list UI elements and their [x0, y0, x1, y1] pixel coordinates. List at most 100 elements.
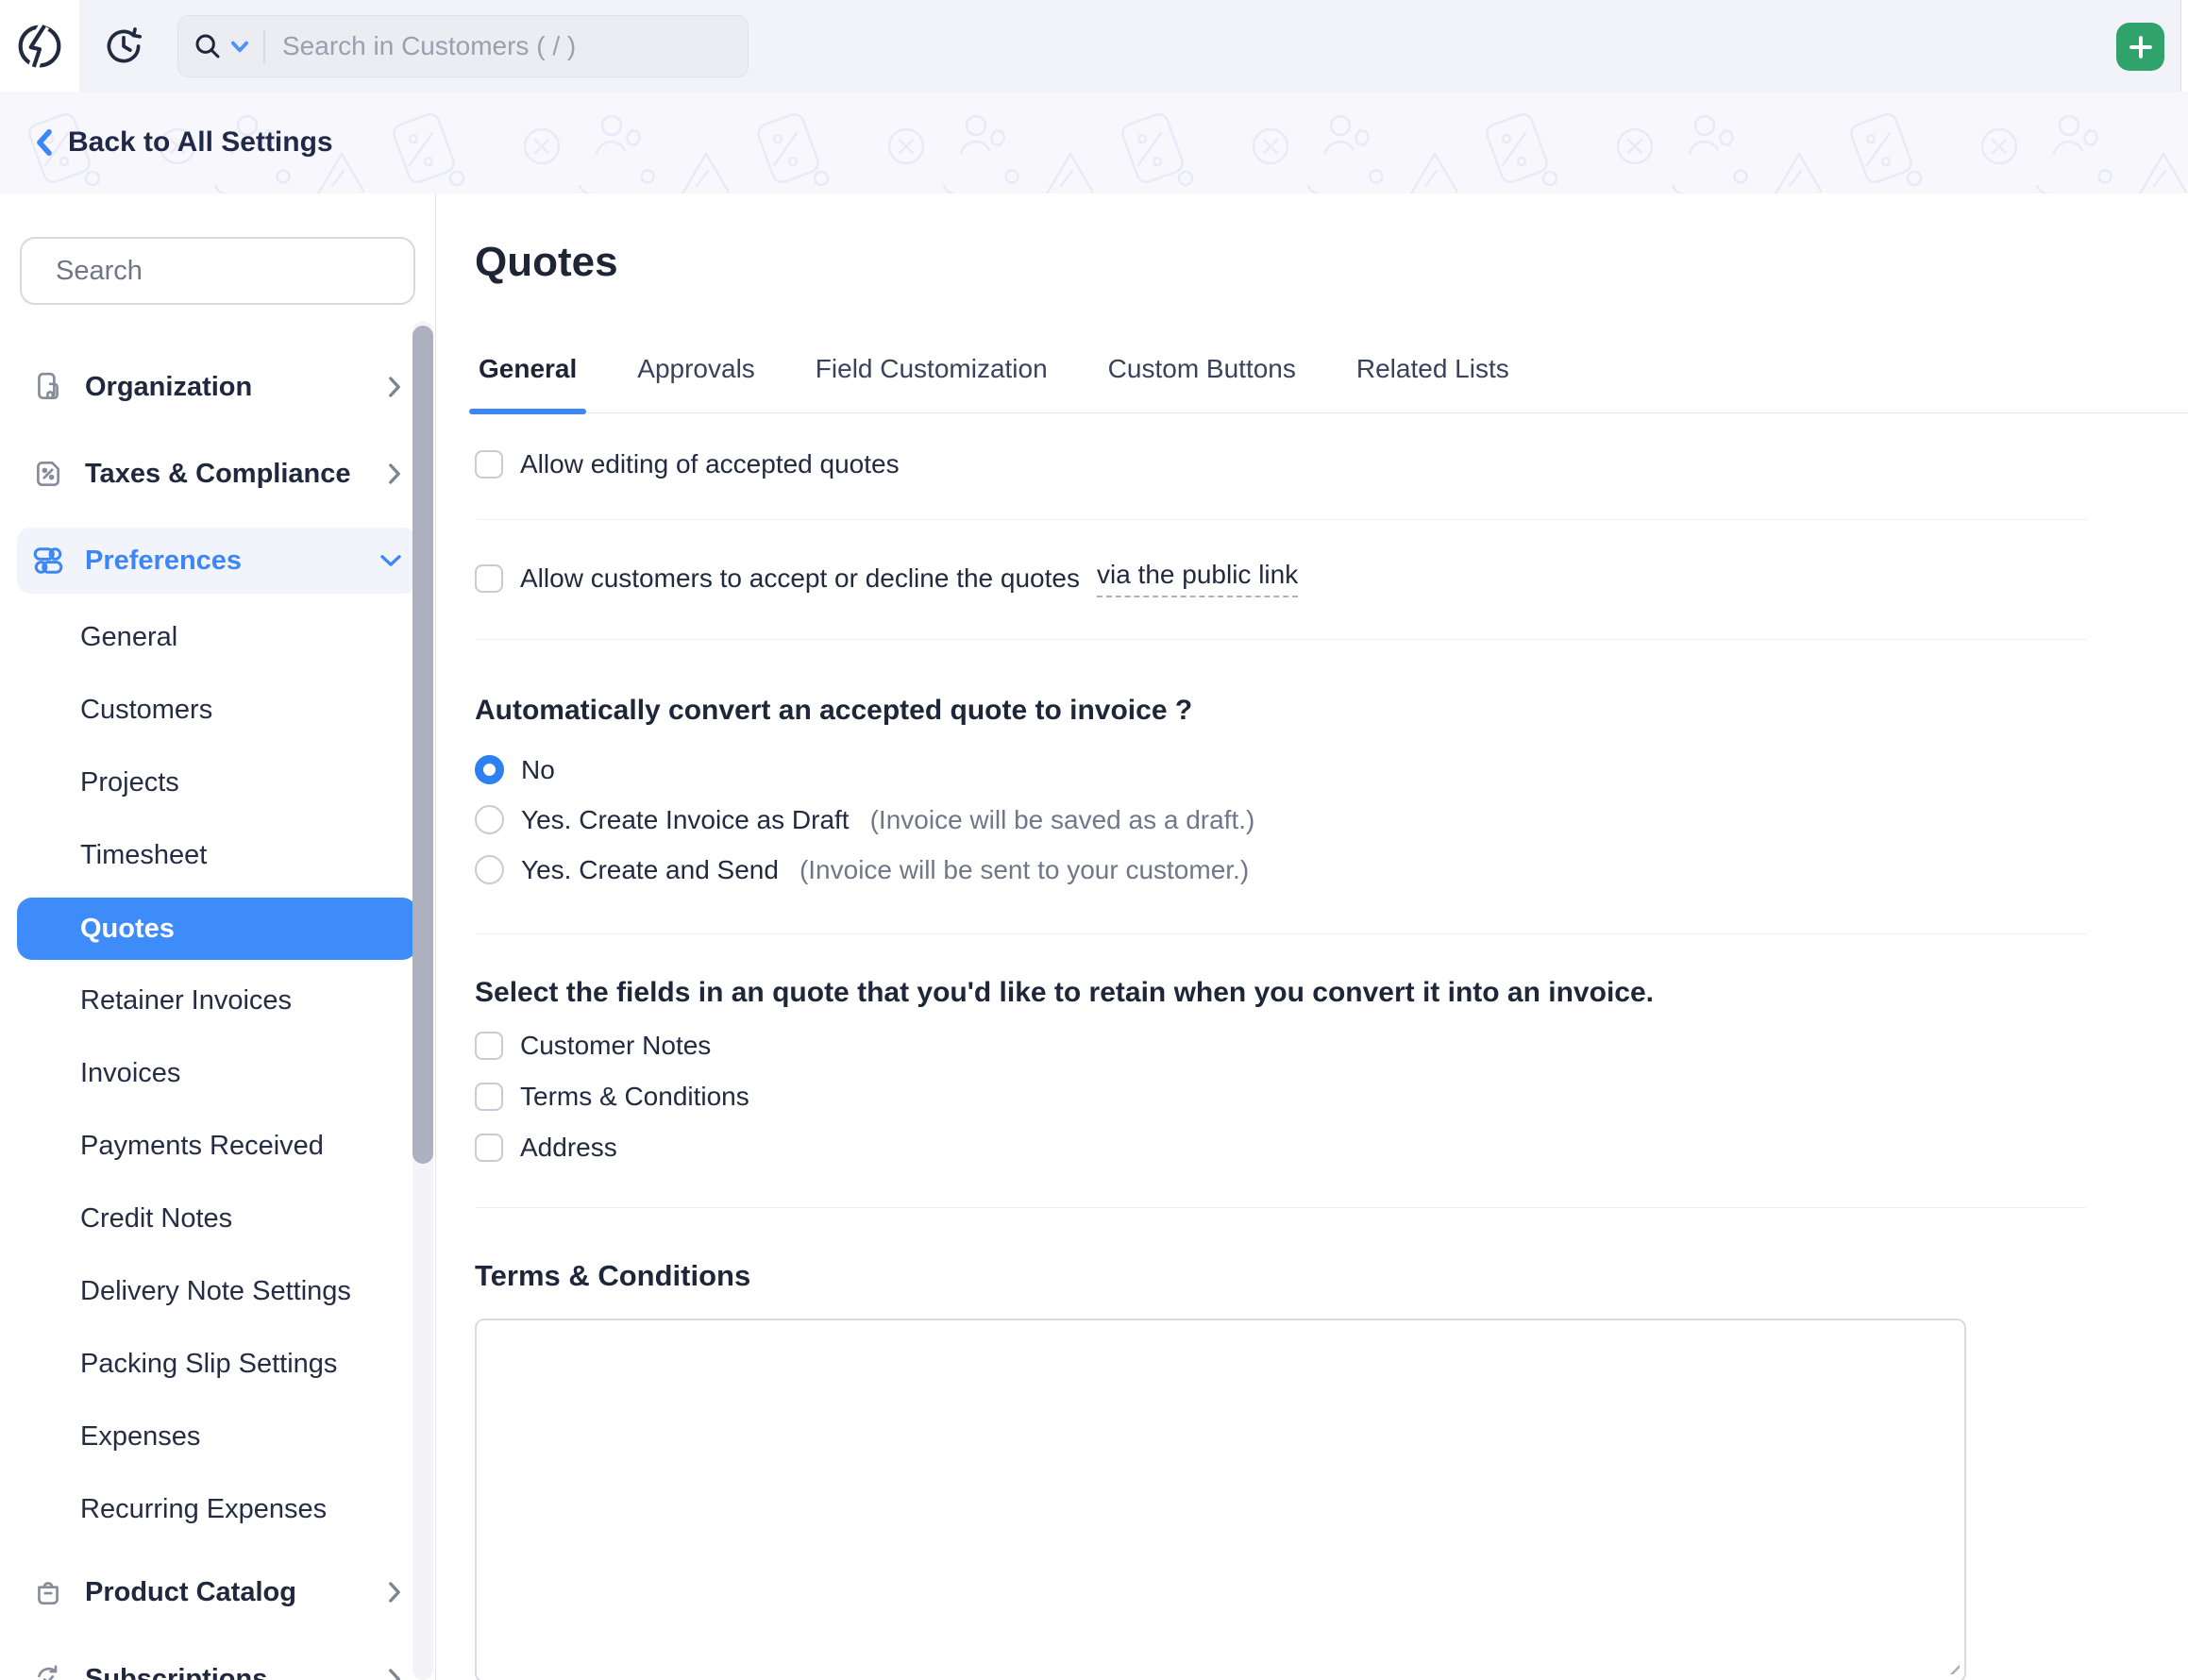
sidebar-item-label: Subscriptions — [85, 1663, 268, 1680]
sidebar-scrollbar-thumb[interactable] — [412, 326, 433, 1164]
radio-label: Yes. Create Invoice as Draft — [521, 805, 850, 834]
history-clock-icon — [107, 27, 143, 63]
sidebar-subitem[interactable]: Projects — [17, 747, 417, 819]
allow-edit-section: Allow editing of accepted quotes — [475, 413, 2086, 520]
chevron-down-icon — [380, 555, 401, 566]
sidebar-subitem[interactable]: Invoices — [17, 1037, 417, 1110]
sidebar-item-product-catalog[interactable]: Product Catalog — [17, 1559, 417, 1625]
sidebar-subitem[interactable]: Payments Received — [17, 1110, 417, 1183]
retain-field-checkbox[interactable] — [475, 1032, 503, 1060]
sidebar-search-input[interactable] — [56, 255, 412, 287]
terms-heading: Terms & Conditions — [475, 1259, 751, 1292]
allow-accept-checkbox[interactable] — [475, 564, 503, 593]
tab-label: Approvals — [637, 354, 755, 383]
window-scrollbar-strip[interactable] — [2180, 0, 2188, 92]
tab[interactable]: General — [468, 354, 587, 414]
allow-accept-row[interactable]: Allow customers to accept or decline the… — [475, 560, 2086, 597]
preferences-subitems: General Customers Projects Timesheet Quo… — [0, 601, 435, 1546]
retain-field-checkbox[interactable] — [475, 1083, 503, 1111]
retain-field-row[interactable]: Address — [475, 1134, 2086, 1162]
chevron-left-icon — [37, 128, 52, 157]
quick-create-button[interactable] — [2116, 23, 2164, 71]
sidebar-subitem-label: Packing Slip Settings — [80, 1349, 338, 1379]
retain-field-label: Terms & Conditions — [520, 1082, 749, 1111]
sidebar-nav: Organization Taxes & Compliance Preferen… — [0, 354, 435, 1680]
sidebar-subitem[interactable]: Recurring Expenses — [17, 1473, 417, 1546]
back-to-all-settings[interactable]: Back to All Settings — [34, 92, 333, 193]
retain-fields-section: Select the fields in an quote that you'd… — [475, 934, 2086, 1208]
radio-option-row[interactable]: No — [475, 755, 2086, 784]
radio-button[interactable] — [475, 805, 504, 834]
top-bar — [0, 0, 2188, 92]
tab[interactable]: Field Customization — [814, 354, 1050, 412]
sidebar-subitem[interactable]: Credit Notes — [17, 1183, 417, 1255]
sidebar-subitem-label: Projects — [80, 767, 179, 798]
sidebar-subitem[interactable]: Quotes — [17, 898, 417, 960]
retain-field-row[interactable]: Terms & Conditions — [475, 1083, 2086, 1111]
preferences-icon — [33, 547, 63, 574]
settings-sidebar: Organization Taxes & Compliance Preferen… — [0, 193, 436, 1680]
tab-label: Field Customization — [815, 354, 1048, 383]
radio-option-row[interactable]: Yes. Create Invoice as Draft (Invoice wi… — [475, 805, 2086, 834]
chevron-right-icon — [389, 463, 400, 484]
chevron-right-icon — [389, 1669, 400, 1680]
terms-textarea-wrap — [475, 1319, 1966, 1680]
radio-button[interactable] — [475, 755, 504, 784]
sidebar-subitem-label: General — [80, 622, 178, 652]
retain-fields-heading: Select the fields in an quote that you'd… — [475, 977, 1654, 1008]
sidebar-item-organization[interactable]: Organization — [17, 354, 417, 420]
sidebar-item-taxes-compliance[interactable]: Taxes & Compliance — [17, 441, 417, 507]
auto-convert-section: Automatically convert an accepted quote … — [475, 640, 2086, 934]
sidebar-subitem-label: Invoices — [80, 1058, 181, 1088]
tab[interactable]: Custom Buttons — [1106, 354, 1298, 412]
books-logo-icon — [18, 22, 61, 69]
tab[interactable]: Approvals — [635, 354, 757, 412]
allow-accept-section: Allow customers to accept or decline the… — [475, 520, 2086, 640]
radio-option-row[interactable]: Yes. Create and Send (Invoice will be se… — [475, 855, 2086, 884]
global-search-box[interactable] — [177, 15, 749, 77]
sidebar-subitem[interactable]: Delivery Note Settings — [17, 1255, 417, 1328]
global-search-input[interactable] — [282, 31, 732, 61]
tab[interactable]: Related Lists — [1355, 354, 1511, 412]
sidebar-item-label: Preferences — [85, 545, 243, 576]
search-icon — [195, 34, 220, 59]
recent-history-button[interactable] — [98, 21, 149, 72]
page-title: Quotes — [475, 239, 618, 285]
sidebar-search-box[interactable] — [20, 237, 415, 305]
sidebar-subitem[interactable]: Expenses — [17, 1401, 417, 1473]
sidebar-subitem-label: Customers — [80, 695, 213, 725]
sidebar-subitem[interactable]: Packing Slip Settings — [17, 1328, 417, 1401]
sidebar-subitem[interactable]: Retainer Invoices — [17, 965, 417, 1037]
chevron-right-icon — [389, 377, 400, 397]
chevron-right-icon — [389, 1582, 400, 1603]
quotes-tabs: General Approvals Field Customization Cu… — [468, 354, 2188, 414]
retain-field-checkbox[interactable] — [475, 1134, 503, 1162]
sidebar-item-preferences[interactable]: Preferences — [17, 528, 417, 594]
allow-edit-checkbox[interactable] — [475, 450, 503, 479]
retain-field-row[interactable]: Customer Notes — [475, 1032, 2086, 1060]
radio-hint: (Invoice will be saved as a draft.) — [869, 805, 1255, 834]
sidebar-subitem-label: Recurring Expenses — [80, 1494, 328, 1524]
sidebar-subitem-label: Payments Received — [80, 1131, 324, 1161]
tab-label: General — [479, 354, 578, 383]
organization-icon — [38, 372, 59, 400]
search-scope-chevron-icon[interactable] — [231, 41, 248, 53]
public-link-tooltip-text[interactable]: via the public link — [1096, 560, 1299, 597]
retain-field-label: Address — [520, 1133, 617, 1162]
terms-section: Terms & Conditions — [475, 1208, 2086, 1680]
taxes-compliance-icon — [37, 461, 59, 487]
terms-textarea[interactable] — [475, 1319, 1966, 1680]
sidebar-subitem[interactable]: Customers — [17, 674, 417, 747]
allow-accept-label: Allow customers to accept or decline the… — [520, 563, 1080, 593]
sidebar-item-subscriptions[interactable]: Subscriptions — [17, 1646, 417, 1680]
tab-label: Related Lists — [1355, 354, 1509, 383]
tab-label: Custom Buttons — [1107, 354, 1296, 383]
allow-edit-row[interactable]: Allow editing of accepted quotes — [475, 449, 2086, 479]
sidebar-subitem[interactable]: General — [17, 601, 417, 674]
radio-button[interactable] — [475, 855, 504, 884]
radio-hint: (Invoice will be sent to your customer.) — [799, 855, 1250, 884]
allow-edit-label: Allow editing of accepted quotes — [520, 449, 900, 479]
app-logo[interactable] — [0, 0, 79, 92]
sidebar-subitem[interactable]: Timesheet — [17, 819, 417, 892]
retain-field-label: Customer Notes — [520, 1031, 712, 1060]
